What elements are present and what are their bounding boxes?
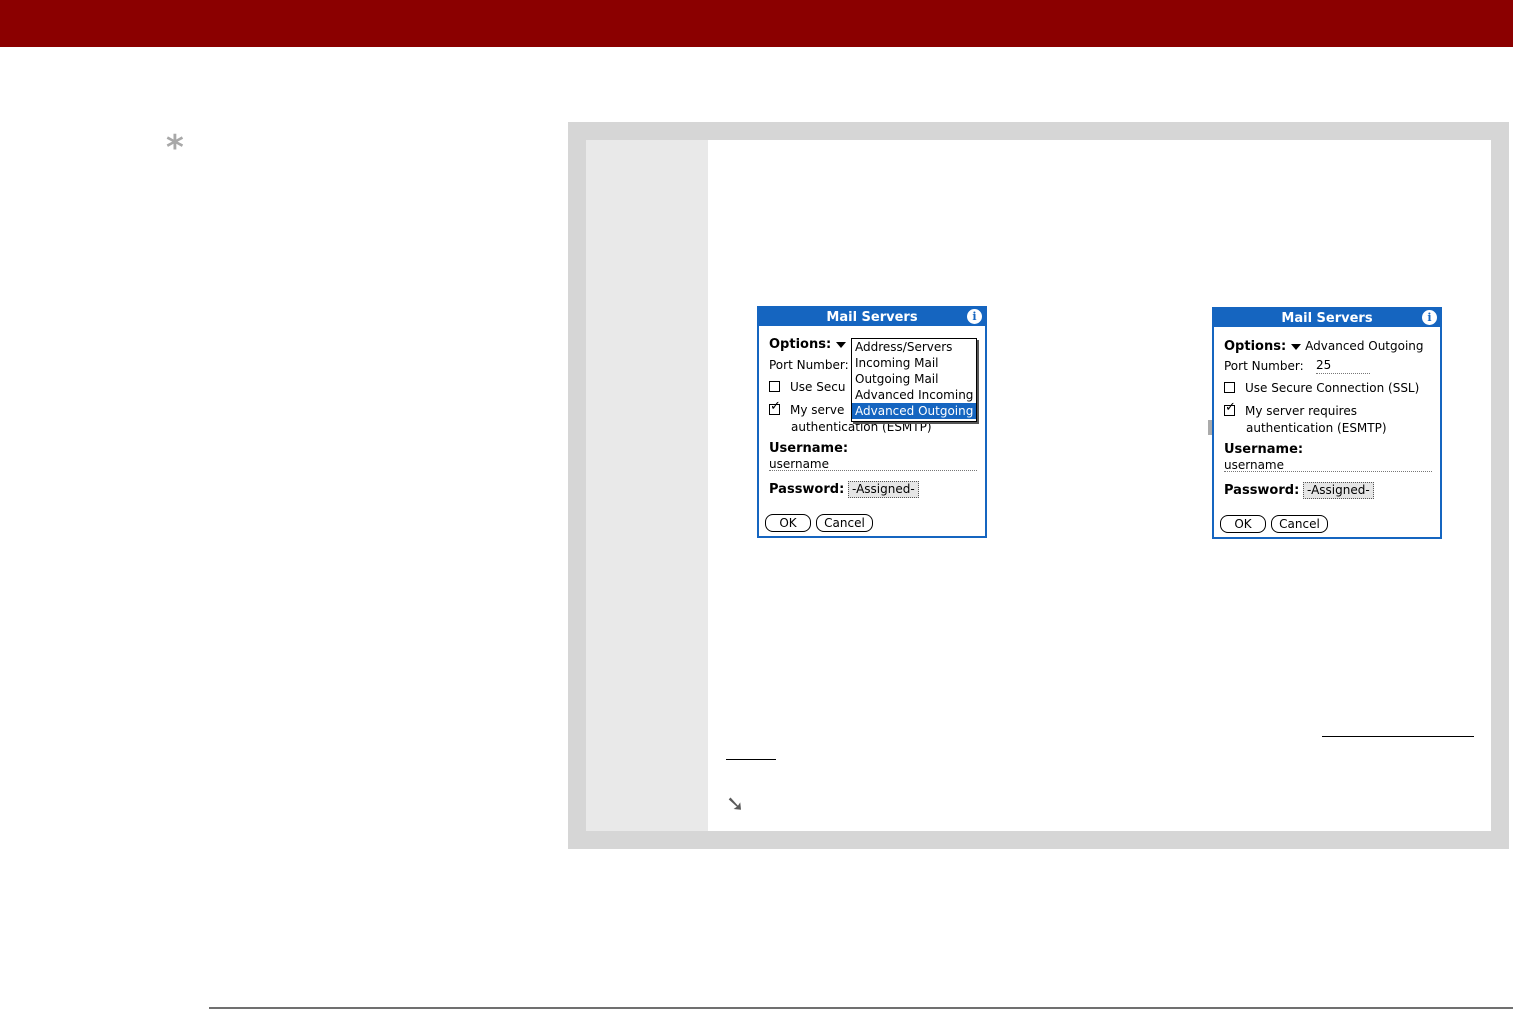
ssl-label: Use Secure Connection (SSL) bbox=[1245, 381, 1420, 395]
dialog-title-text: Mail Servers bbox=[1281, 311, 1373, 326]
cancel-button[interactable]: Cancel bbox=[1271, 515, 1328, 533]
options-value[interactable]: Advanced Outgoing bbox=[1305, 339, 1423, 353]
header-bar bbox=[0, 0, 1513, 47]
info-icon[interactable]: i bbox=[1422, 310, 1437, 325]
dialog-title-text: Mail Servers bbox=[826, 310, 918, 325]
username-label: Username: bbox=[1224, 442, 1304, 457]
cross-reference-link-line[interactable] bbox=[1322, 736, 1474, 737]
dropdown-item-incoming-mail[interactable]: Incoming Mail bbox=[852, 355, 976, 371]
password-assigned-button[interactable]: -Assigned- bbox=[1303, 482, 1374, 499]
username-field-line bbox=[769, 470, 977, 471]
auth-label-line2: authentication (ESMTP) bbox=[1246, 421, 1387, 435]
step-number-column bbox=[586, 140, 708, 831]
options-row[interactable]: Options: bbox=[769, 337, 850, 353]
options-label: Options: bbox=[1224, 339, 1287, 354]
dropdown-item-address-servers[interactable]: Address/Servers bbox=[852, 339, 976, 355]
mail-servers-dialog-after: Mail Servers i Options: Advanced Outgoing… bbox=[1212, 307, 1442, 539]
options-dropdown-list[interactable]: Address/Servers Incoming Mail Outgoing M… bbox=[851, 338, 977, 422]
port-number-label: Port Number: bbox=[769, 358, 849, 372]
port-number-input[interactable]: 25 bbox=[1316, 358, 1370, 374]
password-label: Password: bbox=[769, 482, 845, 497]
options-row[interactable]: Options: Advanced Outgoing bbox=[1224, 338, 1424, 355]
mail-servers-dialog-before: Mail Servers i Options: Port Number: Use… bbox=[757, 306, 987, 538]
ssl-checkbox[interactable] bbox=[769, 381, 780, 392]
dropdown-item-advanced-incoming[interactable]: Advanced Incoming bbox=[852, 387, 976, 403]
auth-label-line1: My server requires bbox=[1245, 404, 1357, 418]
password-assigned-button[interactable]: -Assigned- bbox=[848, 481, 919, 498]
dropdown-triangle-icon[interactable] bbox=[1291, 343, 1302, 350]
info-icon[interactable]: i bbox=[967, 309, 982, 324]
dropdown-triangle-icon[interactable] bbox=[836, 341, 847, 348]
ssl-label: Use Secu bbox=[790, 380, 846, 394]
asterisk-icon: * bbox=[166, 128, 184, 168]
ok-button[interactable]: OK bbox=[1220, 515, 1266, 533]
ssl-row[interactable]: Use Secu bbox=[769, 379, 845, 395]
password-label: Password: bbox=[1224, 483, 1300, 498]
dialog-title: Mail Servers i bbox=[1214, 309, 1440, 327]
continue-arrow-icon[interactable]: ➘ bbox=[726, 794, 744, 816]
username-label: Username: bbox=[769, 441, 849, 456]
dropdown-item-advanced-outgoing[interactable]: Advanced Outgoing bbox=[852, 403, 976, 419]
ssl-checkbox[interactable] bbox=[1224, 382, 1235, 393]
cross-reference-link-line[interactable] bbox=[726, 759, 776, 760]
ok-button[interactable]: OK bbox=[765, 514, 811, 532]
footer-rule bbox=[209, 1007, 1513, 1009]
auth-row[interactable]: My serve bbox=[769, 402, 844, 418]
auth-row[interactable]: My server requires bbox=[1224, 403, 1357, 419]
step-content: Mail Servers i Options: Port Number: Use… bbox=[708, 140, 1491, 831]
auth-checkbox[interactable] bbox=[769, 402, 781, 415]
port-number-label: Port Number: bbox=[1224, 359, 1304, 373]
ssl-row[interactable]: Use Secure Connection (SSL) bbox=[1224, 380, 1419, 396]
cancel-button[interactable]: Cancel bbox=[816, 514, 873, 532]
auth-checkbox[interactable] bbox=[1224, 403, 1236, 416]
options-label: Options: bbox=[769, 337, 832, 352]
username-field-line bbox=[1224, 471, 1432, 472]
step-panel: Mail Servers i Options: Port Number: Use… bbox=[568, 122, 1509, 849]
dialog-title: Mail Servers i bbox=[759, 308, 985, 326]
auth-label-line1: My serve bbox=[790, 403, 845, 417]
dropdown-item-outgoing-mail[interactable]: Outgoing Mail bbox=[852, 371, 976, 387]
